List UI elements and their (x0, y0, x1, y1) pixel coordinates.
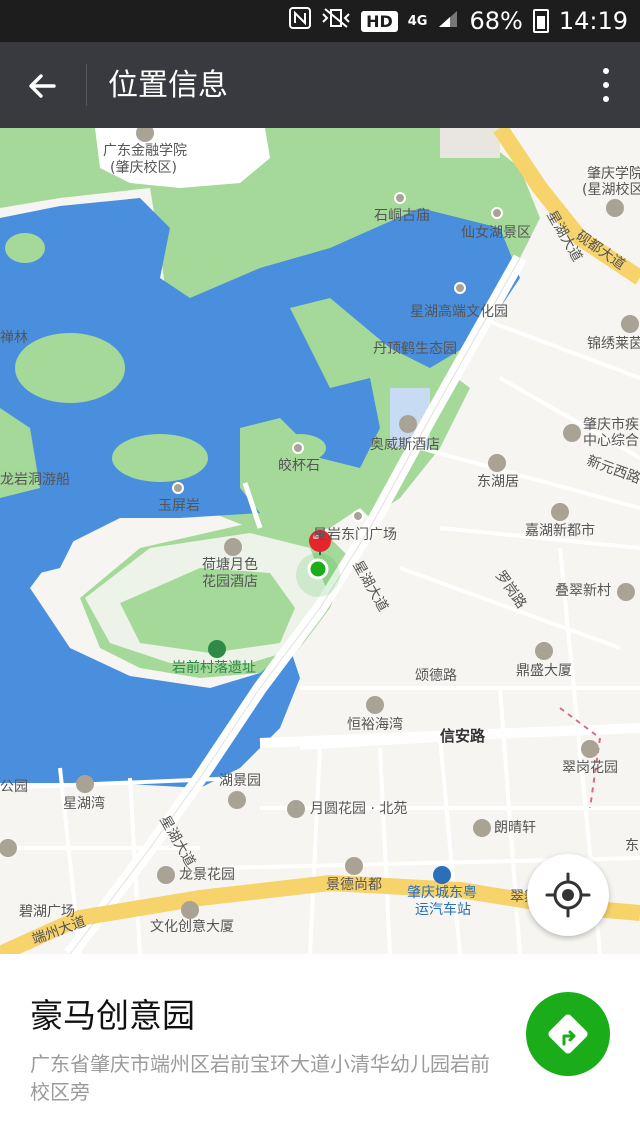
map-label: 鼎盛大厦 (516, 663, 572, 679)
map-label: 朗晴轩 (494, 820, 536, 836)
map-label: 文化创意大厦 (150, 919, 234, 935)
map-label: 玉屏岩 (158, 498, 200, 514)
place-name: 豪马创意园 (30, 996, 195, 1035)
map-label: 丹顶鹤生态园 (373, 341, 457, 357)
map-label: 公园 (0, 779, 28, 795)
back-arrow-icon (29, 74, 56, 98)
map-view[interactable]: 星湖大道 砚都大道 星湖大道 星湖大道 端州大道 信安路 颂德路 新元西路 罗岗… (0, 128, 640, 954)
map-label: 奥威斯酒店 (370, 437, 440, 453)
nfc-icon (289, 7, 312, 35)
transit-poi-icon (433, 866, 451, 884)
building-block (440, 128, 500, 158)
signal-icon (437, 7, 459, 35)
map-label: 叠翠新村 (555, 583, 611, 599)
map-label: 花园酒店 (202, 574, 258, 590)
battery-icon (532, 9, 549, 33)
map-label: 龙岩洞游船 (0, 472, 70, 488)
island (5, 233, 45, 263)
user-location-dot (307, 558, 329, 580)
network-type: 4G (407, 13, 428, 29)
place-address: 广东省肇庆市端州区岩前宝环大道小清华幼儿园岩前校区旁 (30, 1052, 490, 1104)
hd-badge: HD (361, 10, 398, 32)
map-label: 广东金融学院 (103, 143, 187, 159)
clock: 14:19 (558, 7, 628, 35)
back-button[interactable] (18, 62, 66, 110)
locate-icon (545, 872, 591, 918)
map-label: 肇庆市疾 (583, 417, 639, 433)
map-label: 碧湖广场 (19, 904, 75, 920)
island (112, 434, 208, 482)
locate-button[interactable] (527, 854, 609, 936)
map-label: 湖景园 (219, 773, 261, 789)
road-label: 信安路 (440, 727, 486, 745)
map-label: 星岩东门广场 (313, 527, 397, 543)
map-label: 禅林 (0, 330, 28, 346)
map-label: 肇庆城东粤 (407, 885, 477, 901)
map-label: 运汽车站 (415, 902, 471, 918)
navigate-button[interactable] (526, 992, 610, 1076)
map-label: 岩前村落遗址 (172, 660, 256, 676)
map-label: (肇庆校区) (110, 160, 177, 176)
map-label: 东湖居 (477, 474, 519, 490)
page-title: 位置信息 (108, 68, 228, 103)
island (15, 333, 125, 403)
map-label: 中心综合 (583, 433, 639, 449)
map-label: 荷塘月色 (202, 557, 258, 573)
map-label: 皎杯石 (278, 458, 320, 474)
more-vertical-icon (603, 68, 609, 74)
map-label: 东 (625, 838, 639, 854)
map-label: 龙景花园 (179, 867, 235, 883)
map-label: 星湖湾 (63, 796, 105, 812)
location-info-panel: 豪马创意园 广东省肇庆市端州区岩前宝环大道小清华幼儿园岩前校区旁 (0, 954, 640, 1138)
map-label: 石峒古庙 (374, 208, 430, 224)
map-label: 仙女湖景区 (461, 225, 531, 241)
map-label: 景德尚都 (326, 877, 382, 893)
battery-percent: 68% (469, 7, 523, 35)
navigate-icon (548, 1014, 588, 1054)
map-label: 月圆花园 · 北苑 (310, 801, 408, 817)
map-label: 锦绣莱茵 (587, 336, 640, 352)
map-label: 嘉湖新都市 (525, 523, 595, 539)
park-poi-icon (208, 640, 226, 658)
map-label: 翠岗花园 (562, 760, 618, 776)
map-label: 肇庆学院 (587, 166, 640, 182)
map-label: (星湖校区) (582, 182, 640, 198)
map-label: 星湖高端文化园 (410, 304, 508, 320)
road-label: 颂德路 (415, 668, 457, 684)
more-button[interactable] (596, 64, 616, 106)
app-bar: 位置信息 (0, 42, 640, 128)
status-bar: HD 4G 68% 14:19 (0, 0, 640, 42)
vibrate-icon (321, 7, 351, 35)
map-label: 恒裕海湾 (347, 717, 403, 733)
header-divider (86, 64, 87, 106)
